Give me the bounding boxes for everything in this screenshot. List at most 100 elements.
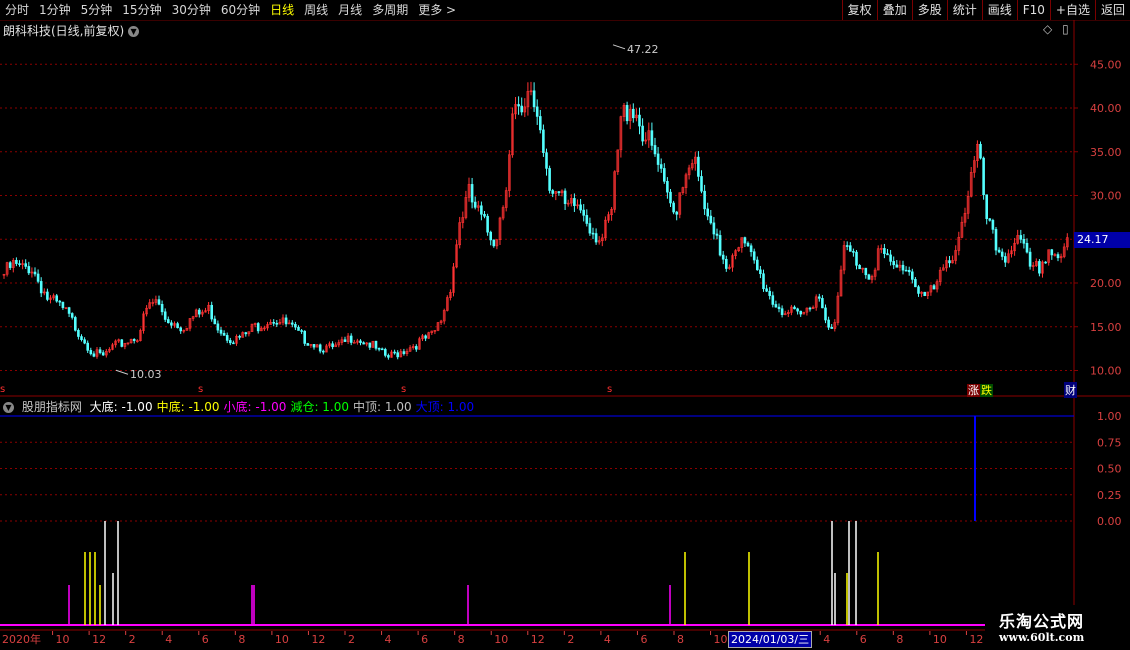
candle-body [848,245,852,252]
candle-body [588,223,592,234]
candle-body [492,239,496,247]
date-label: 4 [165,633,172,646]
candle-body [1056,254,1060,259]
candle-body [393,351,396,354]
candle-body [743,237,747,244]
candle-body [768,290,772,296]
candle-body [77,330,80,337]
candle-body [904,269,908,272]
candle-body [542,129,545,153]
candle-body [659,164,663,169]
candle-body [650,130,654,146]
candle-body [666,181,669,193]
date-label: 6 [421,633,428,646]
date-label: 2020年 [2,632,41,646]
candle-body [594,233,598,243]
candle-body [86,342,89,351]
die-badge[interactable]: 跌 [980,384,993,397]
candle-body [910,271,914,280]
indicator-label: 0.25 [1097,489,1122,502]
candle-body [864,267,868,276]
candle-body [672,202,675,213]
candle-body [746,242,750,247]
candle-body [238,335,241,338]
zhang-die-badge[interactable]: 涨跌 [967,382,993,398]
candle-body [216,323,220,331]
candle-body [830,326,834,329]
candle-body [210,304,213,320]
candle-body [470,184,474,203]
candle-body [591,232,595,235]
candle-body [535,106,539,117]
candle-body [551,190,555,194]
candle-body [89,350,93,355]
candle-body [675,211,679,215]
candle-body [557,191,561,194]
candle-body [27,266,31,274]
candle-body [631,108,635,119]
indicator-name[interactable]: 股朋指标网 [22,400,82,414]
candle-body [297,326,300,331]
indicator-label: 0.75 [1097,436,1122,449]
candle-body [573,198,576,206]
event-marker: s [198,384,203,395]
chart-canvas: 45.0040.0035.0030.0025.0020.0015.0010.00… [0,20,1130,646]
axes: 45.0040.0035.0030.0025.0020.0015.0010.00… [0,43,1122,646]
date-label: 10 [494,633,508,646]
candle-body [765,288,768,292]
candle-body [480,205,483,215]
candle-body [715,233,719,236]
date-label: 10 [933,633,947,646]
candle-body [198,309,201,315]
candle-body [771,295,775,305]
date-label: 2 [348,633,355,646]
candle-body [18,263,21,265]
candle-body [1044,261,1047,264]
candle-body [914,279,917,288]
date-label: 8 [458,633,465,646]
candle-body [1000,251,1004,257]
date-label: 8 [896,633,903,646]
cai-badge[interactable]: 财 [1064,382,1077,398]
candle-body [306,343,310,346]
candle-body [827,319,830,328]
candle-body [721,254,725,260]
candle-body [58,300,62,303]
price-label: 40.00 [1090,102,1122,115]
candle-body [275,322,279,325]
candle-body [272,322,276,324]
candle-body [901,264,905,271]
candle-body [780,308,784,315]
candle-body [638,114,641,127]
candle-body [1003,256,1007,263]
candle-body [321,350,325,353]
candle-body [821,298,824,309]
candle-body [852,251,855,253]
candle-body [1028,251,1032,267]
candle-body [132,338,136,341]
candle-body [36,273,40,282]
zhang-badge[interactable]: 涨 [967,384,980,397]
candle-body [548,168,551,191]
indicator-header: ▼ 股朋指标网 大底: -1.00 中底: -1.00 小底: -1.00 減仓: 1… [3,398,482,415]
candle-body [343,339,347,342]
candle-body [489,231,493,241]
candle-body [39,281,43,294]
indicator-item-5: 大顶: 1.00 [415,400,475,414]
candle-body [396,352,400,358]
candle-body [244,332,248,335]
date-label: 6 [202,633,209,646]
candle-body [538,116,542,131]
price-label: 30.00 [1090,190,1122,203]
date-label: 2 [567,633,574,646]
candle-body [167,319,170,324]
candle-body [387,355,390,358]
chevron-down-icon[interactable]: ▼ [3,402,14,413]
candle-body [706,208,710,217]
candle-body [74,317,77,331]
candle-body [70,313,74,318]
candle-body [46,291,49,300]
candle-body [662,168,666,182]
candle-body [755,259,759,271]
candle-body [777,306,781,310]
